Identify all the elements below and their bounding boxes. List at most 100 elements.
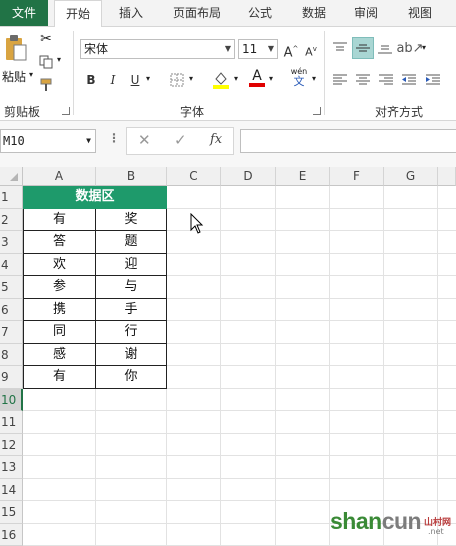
name-box[interactable]: M10 ▼ [0, 129, 96, 153]
font-size-value: 11 [242, 42, 258, 56]
font-launcher-icon[interactable] [313, 107, 321, 115]
table-cell[interactable]: 手 [96, 298, 167, 321]
table-cell[interactable]: 参 [23, 276, 96, 299]
row-header-12[interactable]: 12 [0, 433, 23, 456]
table-cell[interactable]: 同 [23, 321, 96, 344]
table-cell[interactable]: 迎 [96, 253, 167, 276]
align-top-icon[interactable] [331, 39, 349, 57]
paste-dropdown-icon[interactable]: ▾ [29, 70, 33, 79]
font-name-combo[interactable]: 宋体 ▼ [80, 39, 235, 59]
row-header-7[interactable]: 7 [0, 321, 23, 344]
align-left-icon[interactable] [331, 71, 349, 89]
formula-bar: M10 ▼ ⋮ ✕ ✓ fx [0, 121, 456, 167]
table-cell[interactable]: 谢 [96, 343, 167, 366]
enter-icon[interactable]: ✓ [174, 131, 187, 149]
tab-data[interactable]: 数据 [292, 0, 336, 26]
clipboard-launcher-icon[interactable] [62, 107, 70, 115]
column-header-b[interactable]: B [96, 167, 167, 186]
table-cell[interactable]: 你 [96, 366, 167, 389]
orientation-dropdown-icon[interactable]: ▾ [422, 43, 426, 52]
table-cell[interactable]: 奖 [96, 208, 167, 231]
chevron-down-icon: ▼ [224, 44, 231, 53]
align-bottom-icon[interactable] [376, 39, 394, 57]
font-group-label: 字体 [180, 105, 205, 119]
bold-button[interactable]: B [82, 71, 100, 89]
row-header-1[interactable]: 1 [0, 186, 23, 209]
tab-page-layout[interactable]: 页面布局 [164, 0, 230, 26]
font-name-value: 宋体 [84, 42, 109, 56]
font-color-dropdown-icon[interactable]: ▾ [269, 74, 273, 83]
row-header-5[interactable]: 5 [0, 276, 23, 299]
column-header-d[interactable]: D [221, 167, 276, 186]
grid-line [329, 186, 330, 546]
paste-icon[interactable] [4, 33, 28, 63]
row-header-9[interactable]: 9 [0, 366, 23, 389]
format-painter-icon[interactable] [38, 77, 54, 93]
row-header-14[interactable]: 14 [0, 478, 23, 501]
tab-formulas[interactable]: 公式 [240, 0, 280, 26]
phonetic-icon[interactable]: wén 文 [288, 67, 310, 87]
table-cell[interactable]: 答 [23, 231, 96, 254]
table-cell[interactable]: 有 [23, 366, 96, 389]
tab-file[interactable]: 文件 [0, 0, 48, 26]
row-header-13[interactable]: 13 [0, 456, 23, 479]
cancel-icon[interactable]: ✕ [138, 131, 151, 149]
align-right-icon[interactable] [377, 71, 395, 89]
row-header-3[interactable]: 3 [0, 231, 23, 254]
underline-button[interactable]: U [126, 71, 144, 89]
row-header-4[interactable]: 4 [0, 253, 23, 276]
column-header-partial[interactable] [438, 167, 456, 186]
row-header-11[interactable]: 11 [0, 411, 23, 434]
fill-color-icon[interactable] [211, 69, 231, 91]
column-header-c[interactable]: C [167, 167, 221, 186]
cut-icon[interactable]: ✂ [38, 31, 54, 47]
increase-font-icon[interactable]: A^ [282, 40, 300, 60]
insert-function-button[interactable]: fx [210, 132, 222, 147]
font-size-combo[interactable]: 11 ▼ [238, 39, 278, 59]
orientation-icon[interactable]: ab↗ [396, 38, 423, 58]
copy-dropdown-icon[interactable]: ▾ [57, 55, 61, 64]
decrease-indent-icon[interactable] [400, 71, 418, 89]
italic-button[interactable]: I [104, 71, 122, 89]
phonetic-dropdown-icon[interactable]: ▾ [312, 74, 316, 83]
formula-input[interactable] [240, 129, 456, 153]
border-icon[interactable] [168, 71, 186, 89]
row-header-15[interactable]: 15 [0, 501, 23, 524]
row-header-16[interactable]: 16 [0, 523, 23, 546]
tab-view[interactable]: 视图 [400, 0, 440, 26]
fill-color-dropdown-icon[interactable]: ▾ [234, 74, 238, 83]
column-header-a[interactable]: A [23, 167, 96, 186]
table-cell[interactable]: 有 [23, 208, 96, 231]
column-header-f[interactable]: F [330, 167, 384, 186]
column-header-g[interactable]: G [384, 167, 438, 186]
font-color-icon[interactable]: A [247, 67, 267, 89]
increase-indent-icon[interactable] [424, 71, 442, 89]
watermark-text-green: shan [330, 508, 382, 534]
row-header-2[interactable]: 2 [0, 208, 23, 231]
row-header-10[interactable]: 10 [0, 388, 23, 411]
table-cell[interactable]: 携 [23, 298, 96, 321]
tab-home[interactable]: 开始 [54, 0, 102, 28]
row-header-6[interactable]: 6 [0, 298, 23, 321]
table-cell[interactable]: 行 [96, 321, 167, 344]
table-cell[interactable]: 题 [96, 231, 167, 254]
align-center-icon[interactable] [354, 71, 372, 89]
more-options-icon[interactable]: ⋮ [108, 131, 120, 145]
grid-line [275, 186, 276, 546]
table-header-cell[interactable]: 数据区 [23, 186, 167, 209]
table-cell[interactable]: 与 [96, 276, 167, 299]
underline-dropdown-icon[interactable]: ▾ [146, 74, 150, 83]
chevron-down-icon[interactable]: ▼ [86, 130, 91, 152]
paste-label[interactable]: 粘贴 [2, 68, 26, 85]
table-cell[interactable]: 欢 [23, 253, 96, 276]
tab-review[interactable]: 审阅 [346, 0, 386, 26]
decrease-font-icon[interactable]: Av [302, 40, 320, 59]
column-header-e[interactable]: E [276, 167, 330, 186]
border-dropdown-icon[interactable]: ▾ [189, 74, 193, 83]
row-header-8[interactable]: 8 [0, 343, 23, 366]
table-cell[interactable]: 感 [23, 343, 96, 366]
tab-insert[interactable]: 插入 [108, 0, 154, 26]
align-middle-icon[interactable] [352, 37, 374, 59]
select-all-corner[interactable] [0, 167, 23, 186]
copy-icon[interactable] [38, 54, 54, 70]
